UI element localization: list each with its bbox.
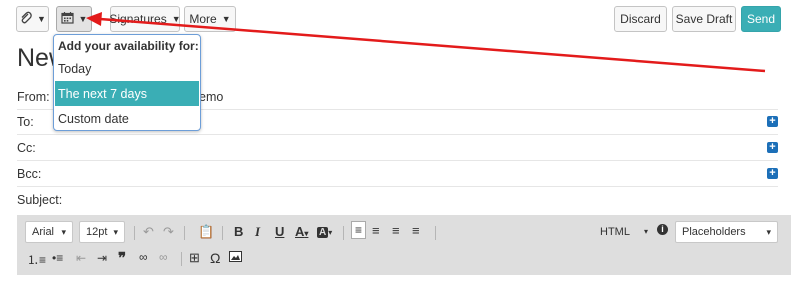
subject-label: Subject:	[17, 193, 63, 207]
availability-dropdown: Add your availability for: Today The nex…	[53, 34, 201, 131]
highlight-color-icon[interactable]: A ▾	[317, 223, 332, 238]
placeholders-value: Placeholders	[682, 226, 746, 238]
blockquote-icon[interactable]: ❞	[118, 249, 126, 267]
align-justify-icon[interactable]: ≡	[412, 223, 420, 238]
redo-icon[interactable]: ↷	[163, 224, 174, 240]
divider	[435, 226, 436, 240]
cc-label: Cc:	[17, 140, 36, 155]
chevron-down-icon[interactable]: ▾	[644, 227, 648, 236]
font-size-value: 12pt	[86, 226, 108, 238]
chevron-down-icon: ▾	[766, 226, 771, 237]
discard-label: Discard	[620, 12, 661, 26]
divider	[184, 226, 185, 240]
align-right-icon[interactable]: ≡	[392, 223, 400, 238]
calendar-icon	[60, 11, 74, 27]
more-button[interactable]: More ▼	[184, 6, 236, 32]
save-draft-button[interactable]: Save Draft	[672, 6, 736, 32]
cc-row[interactable]: Cc: +	[17, 135, 778, 161]
add-bcc-icon[interactable]: +	[767, 168, 778, 179]
more-label: More	[189, 12, 217, 26]
italic-icon[interactable]: I	[255, 224, 260, 240]
save-draft-label: Save Draft	[675, 12, 733, 26]
discard-button[interactable]: Discard	[614, 6, 667, 32]
dropdown-item-custom-date[interactable]: Custom date	[55, 106, 199, 131]
undo-icon[interactable]: ↶	[143, 224, 154, 240]
format-label[interactable]: HTML	[600, 226, 630, 238]
chevron-down-icon: ▼	[37, 13, 46, 24]
send-label: Send	[746, 12, 776, 26]
font-family-select[interactable]: Arial ▾	[25, 221, 73, 243]
image-icon[interactable]	[229, 250, 242, 265]
availability-button[interactable]: ▼	[56, 6, 92, 32]
dropdown-header: Add your availability for:	[58, 39, 199, 53]
info-icon[interactable]: i	[657, 224, 668, 235]
text-color-icon[interactable]: A▾	[295, 224, 308, 239]
bold-icon[interactable]: B	[234, 224, 243, 239]
outdent-icon[interactable]: ⇤	[76, 251, 86, 265]
chevron-down-icon: ▾	[113, 226, 118, 237]
divider	[181, 252, 182, 266]
placeholders-select[interactable]: Placeholders ▾	[675, 221, 778, 243]
signatures-label: Signatures	[109, 12, 167, 26]
bullet-list-icon[interactable]: •≡	[52, 251, 63, 265]
editor-toolbar: Arial ▾ 12pt ▾ ↶ ↷ 📋 B I U A▾ A ▾ ≡ ≡ ≡ ≡ H…	[17, 215, 791, 275]
unlink-icon[interactable]: ∞	[159, 250, 168, 264]
align-left-icon[interactable]: ≡	[351, 221, 367, 239]
chevron-down-icon: ▼	[171, 13, 181, 24]
add-cc-icon[interactable]: +	[767, 142, 778, 153]
special-character-icon[interactable]: Ω	[210, 250, 220, 266]
to-label: To:	[17, 114, 34, 129]
ordered-list-icon[interactable]: ⒈≡	[27, 251, 46, 268]
subject-row[interactable]: Subject:	[17, 187, 778, 213]
bcc-row[interactable]: Bcc: +	[17, 161, 778, 187]
underline-icon[interactable]: U	[275, 224, 284, 239]
from-value: emo	[199, 89, 224, 104]
align-center-icon[interactable]: ≡	[372, 223, 380, 238]
paste-icon[interactable]: 📋	[198, 224, 214, 240]
indent-icon[interactable]: ⇥	[97, 251, 107, 265]
table-icon[interactable]: ⊞	[189, 250, 200, 266]
link-icon[interactable]: ∞	[139, 250, 148, 264]
font-size-select[interactable]: 12pt ▾	[79, 221, 125, 243]
add-to-icon[interactable]: +	[767, 116, 778, 127]
paperclip-icon	[19, 11, 32, 27]
from-label: From:	[17, 89, 50, 104]
bcc-label: Bcc:	[17, 166, 42, 181]
signatures-button[interactable]: Signatures ▼	[109, 6, 181, 32]
font-family-value: Arial	[32, 226, 55, 238]
dropdown-item-next-7-days[interactable]: The next 7 days	[55, 81, 199, 106]
chevron-down-icon: ▾	[61, 226, 66, 237]
chevron-down-icon: ▼	[78, 13, 88, 24]
divider	[222, 226, 223, 240]
attach-button[interactable]: ▼	[16, 6, 49, 32]
dropdown-item-today[interactable]: Today	[55, 56, 199, 81]
chevron-down-icon: ▼	[221, 13, 231, 24]
divider	[134, 226, 135, 240]
divider	[343, 226, 344, 240]
send-button[interactable]: Send	[741, 6, 781, 32]
